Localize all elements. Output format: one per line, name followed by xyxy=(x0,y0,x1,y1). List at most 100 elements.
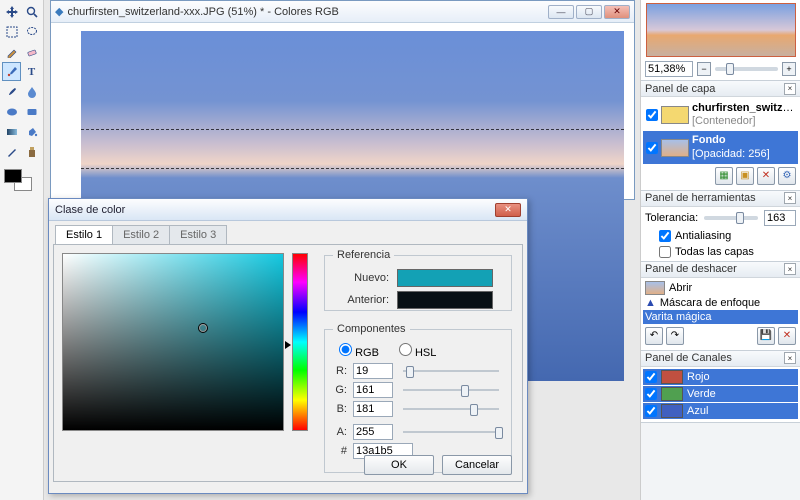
close-button[interactable]: ✕ xyxy=(604,5,630,19)
text-tool[interactable]: T xyxy=(22,62,41,81)
tool-options-panel: Panel de herramientas× Tolerancia: Antia… xyxy=(641,191,800,262)
ok-button[interactable]: OK xyxy=(364,455,434,475)
hue-slider[interactable] xyxy=(292,253,308,431)
move-tool[interactable] xyxy=(2,2,21,21)
channel-red[interactable]: Rojo xyxy=(643,369,798,385)
tab-style-2[interactable]: Estilo 2 xyxy=(112,225,170,244)
lasso-tool[interactable] xyxy=(22,22,41,41)
layer-properties-button[interactable]: ⚙ xyxy=(778,167,796,185)
brush-tool[interactable] xyxy=(2,82,21,101)
selection-marquee xyxy=(81,129,624,169)
zoom-tool[interactable] xyxy=(22,2,41,21)
style-tabs: Estilo 1 Estilo 2 Estilo 3 xyxy=(49,221,527,244)
saturation-value-field[interactable] xyxy=(62,253,284,431)
dialog-title: Clase de color xyxy=(55,204,495,216)
channel-green-checkbox[interactable] xyxy=(645,388,657,400)
foreground-swatch[interactable] xyxy=(4,169,22,183)
color-swatches[interactable] xyxy=(2,169,41,199)
hex-label: # xyxy=(333,445,347,457)
pencil-tool[interactable] xyxy=(2,42,21,61)
previous-color-label: Anterior: xyxy=(333,294,389,306)
color-picker-tool[interactable] xyxy=(2,62,21,81)
clone-tool[interactable] xyxy=(22,142,41,161)
a-input[interactable] xyxy=(353,424,393,440)
rgb-radio[interactable]: RGB xyxy=(339,343,379,359)
undo-button[interactable]: ↶ xyxy=(645,327,663,345)
zoom-in-button[interactable]: + xyxy=(782,62,796,76)
channel-red-thumb xyxy=(661,370,683,384)
channel-blue[interactable]: Azul xyxy=(643,403,798,419)
bucket-tool[interactable] xyxy=(22,122,41,141)
maximize-button[interactable]: ▢ xyxy=(576,5,602,19)
document-titlebar[interactable]: ◆ churfirsten_switzerland-xxx.JPG (51%) … xyxy=(51,1,634,23)
layer-thumbnail xyxy=(661,106,689,124)
delete-layer-button[interactable]: ✕ xyxy=(757,167,775,185)
b-input[interactable] xyxy=(353,401,393,417)
rect-select-tool[interactable] xyxy=(2,22,21,41)
eraser-tool[interactable] xyxy=(22,42,41,61)
layer-background-row[interactable]: Fondo[Opacidad: 256] xyxy=(643,131,798,163)
g-label: G: xyxy=(333,384,347,396)
shape-ellipse-tool[interactable] xyxy=(2,102,21,121)
all-layers-checkbox[interactable] xyxy=(659,246,671,258)
tab-style-3[interactable]: Estilo 3 xyxy=(169,225,227,244)
tolerance-slider[interactable] xyxy=(704,216,758,220)
g-slider[interactable] xyxy=(399,383,503,397)
b-slider[interactable] xyxy=(399,402,503,416)
color-dialog: Clase de color ✕ Estilo 1 Estilo 2 Estil… xyxy=(48,198,528,494)
layer-visible-checkbox[interactable] xyxy=(646,142,658,154)
channels-panel-title: Panel de Canales xyxy=(645,352,784,364)
sv-cursor[interactable] xyxy=(199,324,207,332)
layer-visible-checkbox[interactable] xyxy=(646,109,658,121)
zoom-slider[interactable] xyxy=(715,67,778,71)
shape-rect-tool[interactable] xyxy=(22,102,41,121)
new-layer-button[interactable]: ▦ xyxy=(715,167,733,185)
gradient-tool[interactable] xyxy=(2,122,21,141)
tab-style-1[interactable]: Estilo 1 xyxy=(55,225,113,244)
channels-panel-close[interactable]: × xyxy=(784,352,796,364)
brush2-tool[interactable] xyxy=(2,142,21,161)
layers-panel-close[interactable]: × xyxy=(784,83,796,95)
zoom-input[interactable] xyxy=(645,61,693,77)
dialog-titlebar[interactable]: Clase de color ✕ xyxy=(49,199,527,221)
tolerance-input[interactable] xyxy=(764,210,796,226)
undo-item-open[interactable]: Abrir xyxy=(643,280,798,296)
a-label: A: xyxy=(333,426,347,438)
components-legend: Componentes xyxy=(333,323,410,335)
dialog-close-button[interactable]: ✕ xyxy=(495,203,521,217)
zoom-out-button[interactable]: − xyxy=(697,62,711,76)
blur-tool[interactable] xyxy=(22,82,41,101)
undo-panel: Panel de deshacer× Abrir ▲Máscara de enf… xyxy=(641,262,800,351)
duplicate-layer-button[interactable]: ▣ xyxy=(736,167,754,185)
minimize-button[interactable]: — xyxy=(548,5,574,19)
a-slider[interactable] xyxy=(399,425,503,439)
components-fieldset: Componentes RGB HSL R: G: B: A: # xyxy=(324,323,512,473)
antialias-label: Antialiasing xyxy=(675,230,731,242)
channel-red-checkbox[interactable] xyxy=(645,371,657,383)
new-color-label: Nuevo: xyxy=(333,272,389,284)
layer-thumbnail xyxy=(661,139,689,157)
r-input[interactable] xyxy=(353,363,393,379)
undo-panel-close[interactable]: × xyxy=(784,263,796,275)
undo-item-sharpen[interactable]: ▲Máscara de enfoque xyxy=(643,296,798,310)
reference-legend: Referencia xyxy=(333,249,394,261)
redo-button[interactable]: ↷ xyxy=(666,327,684,345)
cancel-button[interactable]: Cancelar xyxy=(442,455,512,475)
antialias-checkbox[interactable] xyxy=(659,230,671,242)
all-layers-label: Todas las capas xyxy=(675,246,754,258)
tolerance-label: Tolerancia: xyxy=(645,212,698,224)
right-panels: − + Panel de capa× churfirsten_switzerla… xyxy=(640,0,800,500)
g-input[interactable] xyxy=(353,382,393,398)
save-history-button[interactable]: 💾 xyxy=(757,327,775,345)
hsl-radio[interactable]: HSL xyxy=(399,343,436,359)
channel-blue-checkbox[interactable] xyxy=(645,405,657,417)
tool-options-close[interactable]: × xyxy=(784,192,796,204)
channel-green[interactable]: Verde xyxy=(643,386,798,402)
previous-color-swatch[interactable] xyxy=(397,291,493,309)
r-slider[interactable] xyxy=(399,364,503,378)
clear-history-button[interactable]: ✕ xyxy=(778,327,796,345)
undo-item-wand[interactable]: Varita mágica xyxy=(643,310,798,324)
layer-container-row[interactable]: churfirsten_switzerlan...[Contenedor] xyxy=(643,99,798,131)
new-color-swatch[interactable] xyxy=(397,269,493,287)
navigator-thumbnail[interactable] xyxy=(646,3,796,57)
